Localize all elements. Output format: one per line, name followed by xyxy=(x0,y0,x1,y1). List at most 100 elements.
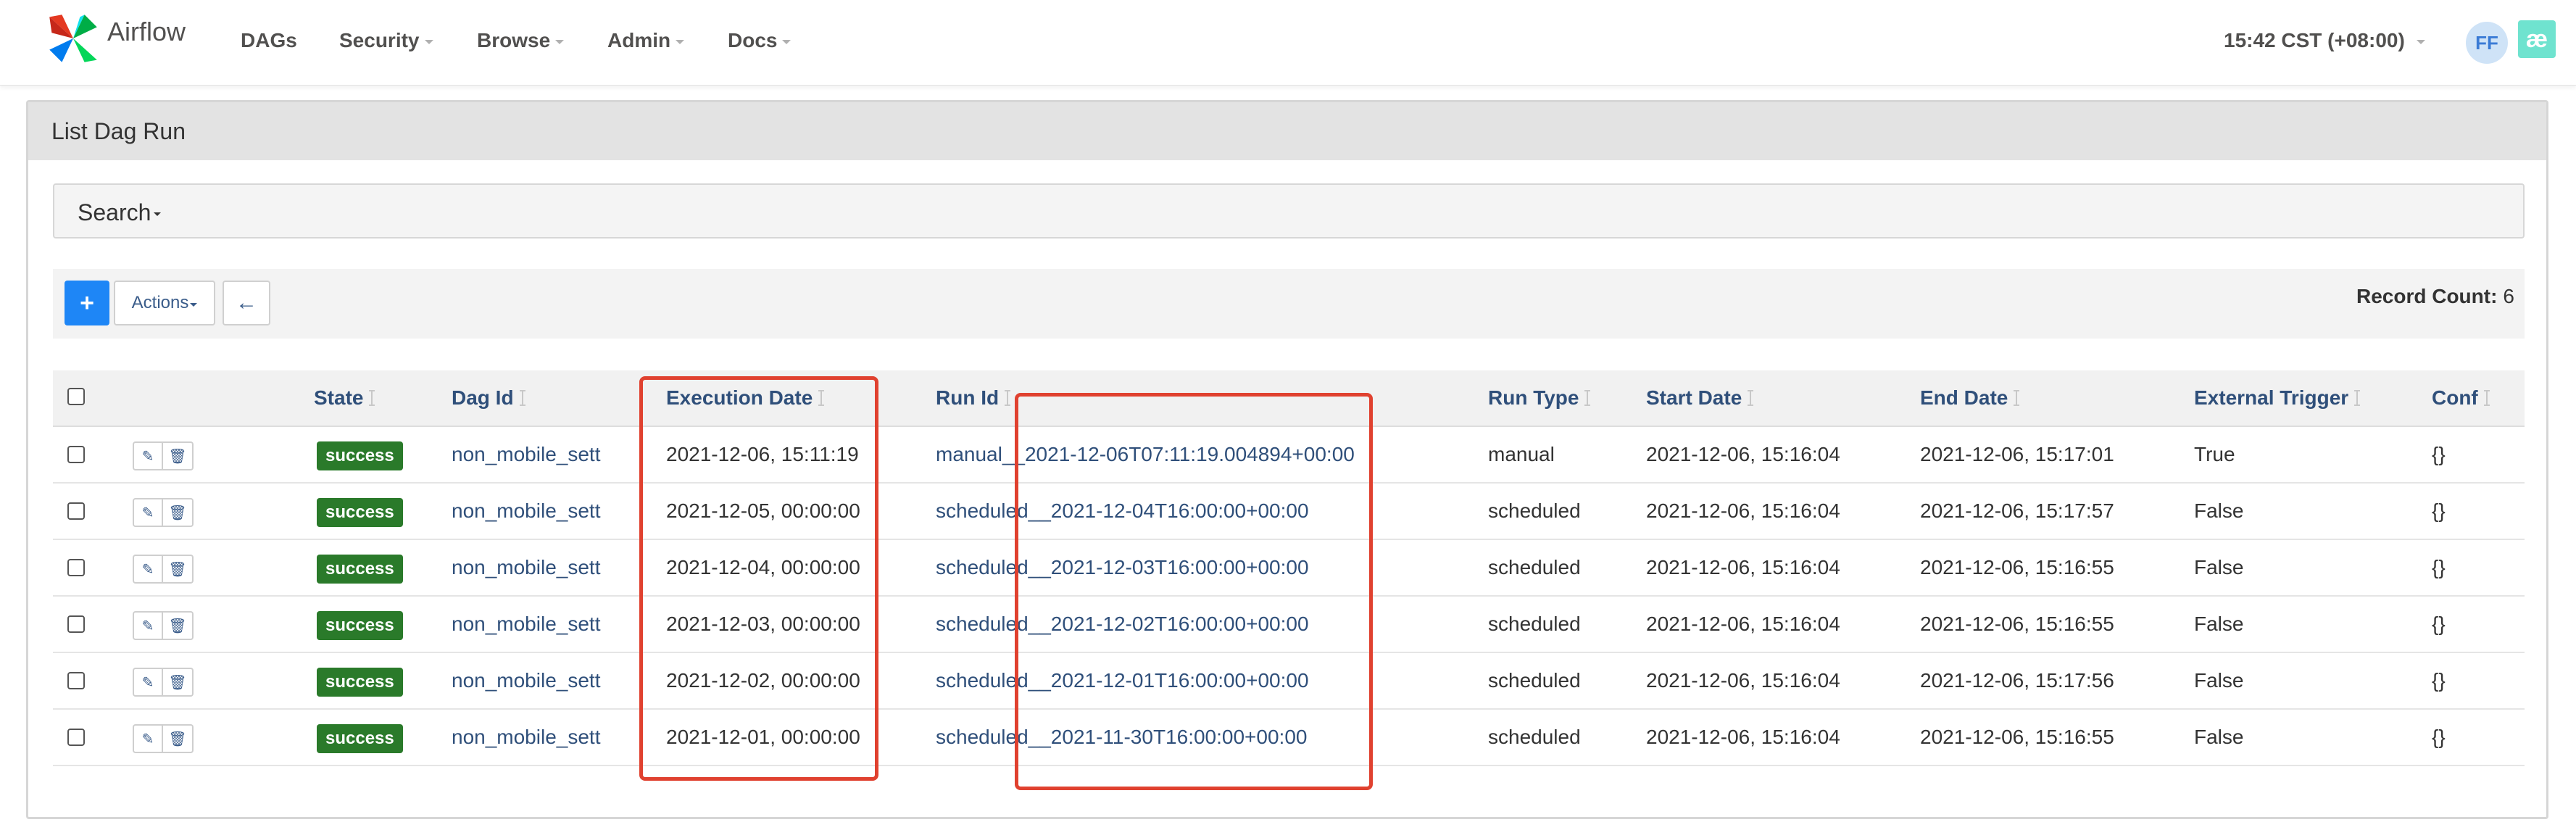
sort-icon xyxy=(2014,390,2020,406)
trash-icon[interactable]: 🗑 xyxy=(163,441,194,470)
search-label: Search xyxy=(78,199,151,225)
edit-icon[interactable]: ✎ xyxy=(133,498,163,527)
edit-icon[interactable]: ✎ xyxy=(133,724,163,753)
dag-id-link[interactable]: non_mobile_sett xyxy=(452,613,600,636)
nav-admin-label: Admin xyxy=(607,29,671,51)
start-date: 2021-12-06, 15:16:04 xyxy=(1646,443,1840,465)
sort-icon xyxy=(2483,390,2490,406)
dag-id-link[interactable]: non_mobile_sett xyxy=(452,499,600,523)
chevron-down-icon xyxy=(424,40,433,44)
trash-icon[interactable]: 🗑 xyxy=(163,611,194,640)
start-date: 2021-12-06, 15:16:04 xyxy=(1646,499,1840,522)
column-header-end-date[interactable]: End Date xyxy=(1920,386,2020,410)
nav-security[interactable]: Security xyxy=(339,29,433,52)
page-title: List Dag Run xyxy=(51,118,186,144)
sort-icon xyxy=(1005,390,1011,406)
row-checkbox[interactable] xyxy=(67,502,85,520)
row-actions: ✎ 🗑 xyxy=(133,441,194,470)
panel-heading: List Dag Run xyxy=(28,102,2546,160)
actions-toolbar: + Actions ← Record Count: 6 xyxy=(53,269,2525,339)
conf: {} xyxy=(2432,669,2446,692)
column-header-state[interactable]: State xyxy=(314,386,375,410)
chevron-down-icon xyxy=(555,40,565,44)
nav-browse-label: Browse xyxy=(477,29,551,51)
run-type: scheduled xyxy=(1488,726,1581,748)
start-date: 2021-12-06, 15:16:04 xyxy=(1646,556,1840,578)
back-button[interactable]: ← xyxy=(223,281,270,325)
trash-icon[interactable]: 🗑 xyxy=(163,498,194,527)
ae-logo-icon[interactable]: æ xyxy=(2518,20,2556,58)
dag-id-link[interactable]: non_mobile_sett xyxy=(452,443,600,466)
column-header-label: Start Date xyxy=(1646,386,1742,409)
nav-docs[interactable]: Docs xyxy=(728,29,792,52)
external-trigger: False xyxy=(2194,613,2244,635)
row-actions: ✎ 🗑 xyxy=(133,498,194,527)
add-record-button[interactable]: + xyxy=(65,281,109,325)
arrow-left-icon: ← xyxy=(236,291,257,315)
search-panel: Search xyxy=(53,183,2525,238)
search-toggle[interactable]: Search xyxy=(78,199,162,226)
row-checkbox[interactable] xyxy=(67,672,85,689)
actions-dropdown-button[interactable]: Actions xyxy=(114,281,215,325)
external-trigger: False xyxy=(2194,556,2244,578)
start-date: 2021-12-06, 15:16:04 xyxy=(1646,669,1840,692)
actions-label: Actions xyxy=(131,293,189,312)
column-header-external-trigger[interactable]: External Trigger xyxy=(2194,386,2361,410)
nav-admin[interactable]: Admin xyxy=(607,29,685,52)
brand[interactable]: Airflow xyxy=(45,10,186,67)
conf: {} xyxy=(2432,556,2446,578)
status-badge: success xyxy=(317,668,403,697)
top-navbar: Airflow DAGs Security Browse Admin Docs … xyxy=(0,0,2576,86)
row-checkbox[interactable] xyxy=(67,615,85,633)
trash-icon[interactable]: 🗑 xyxy=(163,555,194,584)
nav-dags[interactable]: DAGs xyxy=(241,29,297,52)
column-header-label: State xyxy=(314,386,364,409)
status-badge: success xyxy=(317,498,403,527)
column-header-label: End Date xyxy=(1920,386,2008,409)
dag-id-link[interactable]: non_mobile_sett xyxy=(452,669,600,692)
edit-icon[interactable]: ✎ xyxy=(133,668,163,697)
column-header-run-id[interactable]: Run Id xyxy=(936,386,1011,410)
trash-icon[interactable]: 🗑 xyxy=(163,724,194,753)
chevron-down-icon xyxy=(782,40,792,44)
status-badge: success xyxy=(317,611,403,640)
column-header-label: Conf xyxy=(2432,386,2478,409)
plus-icon: + xyxy=(80,289,94,317)
nav-browse[interactable]: Browse xyxy=(477,29,565,52)
execution-date-highlight xyxy=(639,376,878,781)
row-checkbox[interactable] xyxy=(67,446,85,463)
select-all-checkbox[interactable] xyxy=(67,388,85,405)
row-checkbox[interactable] xyxy=(67,729,85,746)
row-actions: ✎ 🗑 xyxy=(133,668,194,697)
timezone-clock[interactable]: 15:42 CST (+08:00) xyxy=(2224,29,2425,52)
start-date: 2021-12-06, 15:16:04 xyxy=(1646,726,1840,748)
chevron-down-icon xyxy=(190,302,198,307)
column-header-run-type[interactable]: Run Type xyxy=(1488,386,1591,410)
nav-dags-label: DAGs xyxy=(241,29,297,51)
dag-id-link[interactable]: non_mobile_sett xyxy=(452,726,600,749)
record-count-label: Record Count: xyxy=(2356,285,2498,307)
run-id-highlight xyxy=(1015,393,1373,790)
row-actions: ✎ 🗑 xyxy=(133,555,194,584)
status-badge: success xyxy=(317,441,403,470)
run-type: scheduled xyxy=(1488,556,1581,578)
status-badge: success xyxy=(317,724,403,753)
user-avatar[interactable]: FF xyxy=(2466,22,2508,64)
column-header-start-date[interactable]: Start Date xyxy=(1646,386,1754,410)
chevron-down-icon xyxy=(154,212,162,216)
dag-id-link[interactable]: non_mobile_sett xyxy=(452,556,600,579)
sort-icon xyxy=(1748,390,1754,406)
edit-icon[interactable]: ✎ xyxy=(133,441,163,470)
column-header-label: Dag Id xyxy=(452,386,514,409)
column-header-dag-id[interactable]: Dag Id xyxy=(452,386,525,410)
chevron-down-icon xyxy=(676,40,685,44)
sort-icon xyxy=(369,390,375,406)
edit-icon[interactable]: ✎ xyxy=(133,555,163,584)
record-count: Record Count: 6 xyxy=(2356,285,2514,308)
airflow-logo-icon xyxy=(49,14,97,62)
column-header-conf[interactable]: Conf xyxy=(2432,386,2490,410)
edit-icon[interactable]: ✎ xyxy=(133,611,163,640)
status-badge: success xyxy=(317,555,403,584)
row-checkbox[interactable] xyxy=(67,559,85,576)
trash-icon[interactable]: 🗑 xyxy=(163,668,194,697)
